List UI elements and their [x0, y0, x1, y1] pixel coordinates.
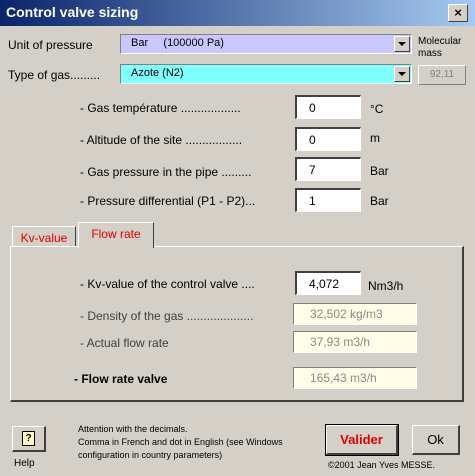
help-button[interactable]: ? [12, 426, 46, 452]
ok-button[interactable]: Ok [412, 425, 460, 455]
gas-temperature-input[interactable]: 0 [295, 95, 361, 119]
pressure-unit-select[interactable]: Bar (100000 Pa) [120, 34, 412, 54]
altitude-unit: m [370, 131, 380, 145]
validate-button[interactable]: Valider [325, 424, 399, 456]
gas-temperature-label: - Gas température .................. [80, 101, 241, 115]
altitude-input[interactable]: 0 [295, 127, 361, 151]
kv-value-label: - Kv-value of the control valve .... [80, 277, 255, 291]
gas-pressure-unit: Bar [370, 164, 389, 178]
pressure-differential-input[interactable]: 1 [295, 188, 361, 212]
density-value: 32,502 kg/m3 [293, 303, 417, 325]
gas-type-value: Azote (N2) [131, 67, 184, 79]
tab-kv-value[interactable]: Kv-value [12, 226, 76, 246]
molecular-mass-value: 92,11 [418, 65, 466, 85]
actual-flow-rate-label: - Actual flow rate [80, 336, 169, 350]
flow-rate-valve-value: 165,43 m3/h [293, 367, 417, 389]
copyright-text: ©2001 Jean Yves MESSE. [328, 460, 436, 470]
gas-pressure-label: - Gas pressure in the pipe ......... [80, 165, 252, 179]
unit-of-pressure-label: Unit of pressure [8, 38, 93, 52]
chevron-down-icon[interactable] [394, 36, 410, 52]
kv-value-unit: Nm3/h [368, 279, 404, 293]
pressure-differential-label: - Pressure differential (P1 - P2)... [80, 194, 256, 208]
tab-flow-rate[interactable]: Flow rate [78, 222, 154, 248]
pressure-unit-value: Bar (100000 Pa) [131, 37, 224, 49]
kv-value-input[interactable]: 4,072 [295, 271, 361, 295]
altitude-label: - Altitude of the site ................. [80, 133, 243, 147]
pressure-differential-unit: Bar [370, 194, 389, 208]
molecular-mass-label: Molecular mass [418, 36, 462, 59]
gas-pressure-input[interactable]: 7 [295, 157, 361, 181]
gas-type-select[interactable]: Azote (N2) [120, 64, 412, 84]
help-icon: ? [22, 431, 35, 446]
actual-flow-rate-value: 37,93 m3/h [293, 331, 417, 353]
decimal-note: Attention with the decimals. Comma in Fr… [78, 424, 283, 460]
window-title: Control valve sizing [6, 4, 139, 20]
help-label: Help [14, 458, 35, 469]
close-button[interactable]: × [448, 4, 468, 22]
gas-temperature-unit: °C [370, 102, 384, 116]
chevron-down-icon[interactable] [394, 66, 410, 82]
density-label: - Density of the gas ...................… [80, 309, 254, 323]
flow-rate-valve-label: - Flow rate valve [74, 372, 168, 386]
type-of-gas-label: Type of gas......... [8, 68, 101, 82]
